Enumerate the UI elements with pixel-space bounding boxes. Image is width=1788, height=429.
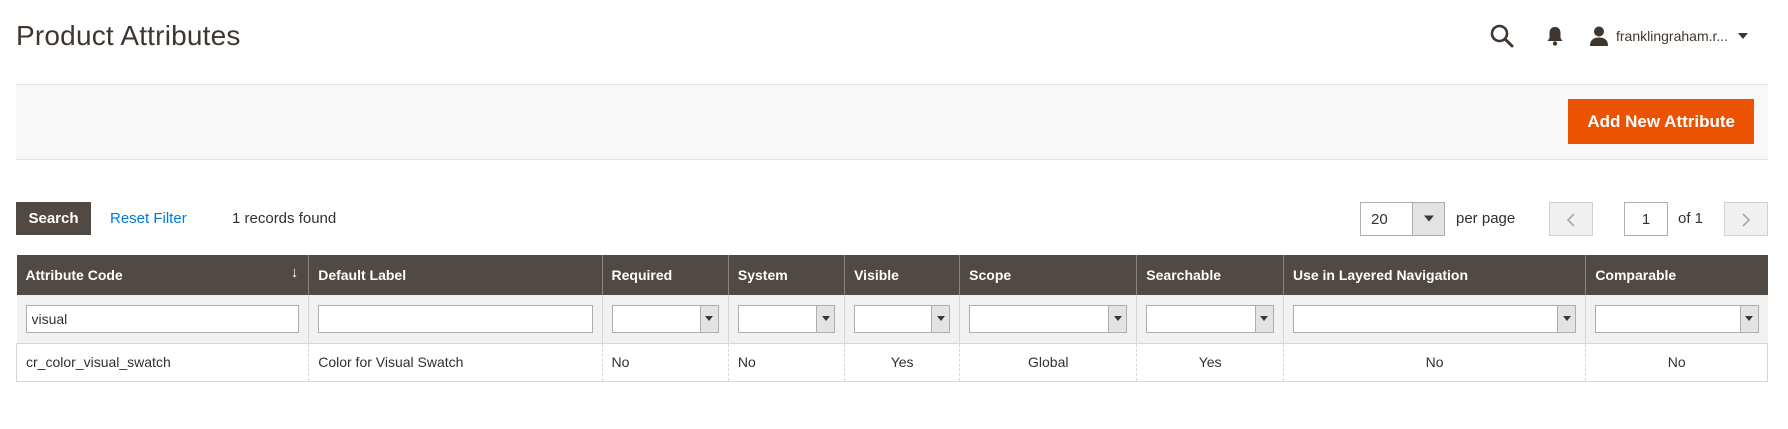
scope-filter-select[interactable] [969,304,1128,333]
default-label-filter-input[interactable] [318,304,593,333]
filter-cell [1585,295,1768,344]
pager: 20 per page of 1 [1360,202,1768,236]
user-name: franklingraham.r... [1616,28,1729,44]
system-filter-select[interactable] [737,304,836,333]
page-actions-bar: Add New Attribute [16,84,1768,160]
cell-scope: Global [959,343,1137,382]
filter-cell [844,295,960,344]
search-button[interactable]: Search [16,202,91,235]
reset-filter-link[interactable]: Reset Filter [110,210,187,227]
chevron-down-icon [1108,305,1127,332]
chevron-down-icon [699,305,718,332]
user-menu[interactable]: franklingraham.r... [1588,22,1749,50]
column-header-system[interactable]: System [727,255,845,295]
user-icon [1590,26,1608,46]
column-header-required[interactable]: Required [601,255,729,295]
chevron-down-icon [816,305,835,332]
column-header-visible[interactable]: Visible [844,255,960,295]
column-header-default-label[interactable]: Default Label [308,255,603,295]
chevron-down-icon [1254,305,1273,332]
filter-cell [959,295,1137,344]
filter-cell [1282,295,1586,344]
cell-visible: Yes [844,343,960,382]
cell-layered-navigation: No [1282,343,1586,382]
cell-comparable: No [1585,343,1768,382]
column-header-comparable[interactable]: Comparable [1585,255,1768,295]
sort-arrow-icon: ↓ [290,264,299,281]
bell-icon[interactable] [1542,23,1568,49]
filter-cell [1136,295,1284,344]
column-header-attribute-code[interactable]: Attribute Code ↓ [16,255,309,295]
cell-required: No [601,343,729,382]
per-page-select[interactable]: 20 [1360,202,1445,236]
chevron-down-icon [931,305,950,332]
column-header-scope[interactable]: Scope [959,255,1137,295]
chevron-right-icon [1742,213,1751,227]
chevron-down-icon [1557,305,1576,332]
chevron-down-icon [1739,305,1758,332]
cell-attribute-code: cr_color_visual_swatch [15,343,309,382]
previous-page-button[interactable] [1549,202,1593,236]
cell-searchable: Yes [1136,343,1284,382]
filter-cell [16,295,309,344]
visible-filter-select[interactable] [854,304,951,333]
page-total: of 1 [1678,210,1704,227]
filter-cell [601,295,729,344]
column-header-layered-navigation[interactable]: Use in Layered Navigation [1282,255,1586,295]
chevron-left-icon [1566,213,1575,227]
layered-navigation-filter-select[interactable] [1292,304,1577,333]
filter-cell [727,295,845,344]
required-filter-select[interactable] [611,304,719,333]
column-header-searchable[interactable]: Searchable [1136,255,1284,295]
table-row[interactable]: cr_color_visual_swatch Color for Visual … [15,343,1768,382]
filter-cell [308,295,603,344]
page-number-input[interactable] [1624,202,1668,236]
searchable-filter-select[interactable] [1146,304,1274,333]
header-actions: franklingraham.r... [1488,18,1788,54]
column-header-label: Attribute Code [25,267,123,283]
grid-toolbar: Search Reset Filter 1 records found 20 p… [16,202,1768,236]
attributes-grid: Attribute Code ↓ Default Label Required … [15,255,1768,382]
attribute-code-filter-input[interactable] [25,304,300,333]
next-page-button[interactable] [1724,202,1768,236]
chevron-down-icon [1738,33,1749,39]
cell-system: No [727,343,845,382]
per-page-label: per page [1456,210,1516,227]
filter-row [16,295,1768,344]
comparable-filter-select[interactable] [1595,304,1759,333]
cell-default-label: Color for Visual Swatch [308,343,603,382]
page-title: Product Attributes [16,20,241,51]
records-found: 1 records found [232,210,337,227]
chevron-down-icon [1412,203,1444,235]
search-icon[interactable] [1488,22,1516,50]
add-new-attribute-button[interactable]: Add New Attribute [1568,99,1754,144]
per-page-value: 20 [1371,211,1388,228]
